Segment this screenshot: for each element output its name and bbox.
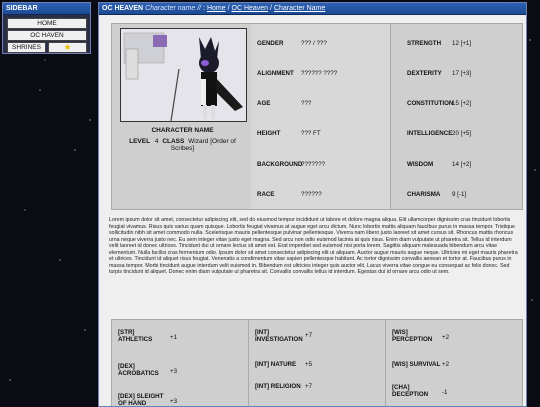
breadcrumb-sep: / — [227, 5, 230, 12]
info-key: BACKGROUND — [257, 161, 303, 168]
skill-survival: [WIS] SURVIVAL +2 — [392, 361, 449, 368]
site-title: OC HEAVEN — [102, 5, 144, 12]
stat-key: CONSTITUTION — [407, 100, 454, 107]
level-value: 4 — [154, 138, 159, 145]
stat-value: 20 [+5] — [452, 130, 472, 137]
skill-key: [STR] — [118, 329, 135, 336]
skill-acrobatics: [DEX] ACROBATICS +3 — [118, 363, 177, 377]
skill-key: OF HAND — [118, 400, 147, 407]
info-column: GENDER ??? / ??? ALIGNMENT ?????? ???? AGE… — [251, 24, 390, 209]
skill-value: +1 — [170, 334, 178, 341]
breadcrumb-oc-heaven[interactable]: OC Heaven — [232, 5, 269, 12]
main-window: OC HEAVEN Character name // : Home / OC … — [98, 2, 527, 407]
breadcrumb-home[interactable]: Home — [207, 5, 226, 12]
stat-value: 12 [+1] — [452, 40, 472, 47]
skill-value: +3 — [170, 398, 178, 405]
skill-value: +2 — [442, 334, 450, 341]
stat-key: INTELLIGENCE — [407, 130, 453, 137]
info-value: ??? — [301, 100, 312, 107]
level-label: LEVEL — [129, 138, 151, 145]
info-value: ??? / ??? — [301, 40, 327, 47]
skill-key: INVESTIGATION — [255, 336, 303, 343]
stat-value: 14 [+2] — [452, 161, 472, 168]
skill-investigation: [INT] INVESTIGATION +7 — [255, 329, 312, 343]
breadcrumb: OC HEAVEN Character name // : Home / OC … — [99, 3, 526, 15]
skill-key: PERCEPTION — [392, 336, 433, 343]
star-button[interactable]: ★ — [48, 42, 87, 53]
skill-key: [DEX] SLEIGHT — [118, 393, 164, 400]
sidebar-item-home[interactable]: HOME — [7, 18, 87, 29]
stat-key: CHARISMA — [407, 191, 441, 198]
info-value: ??? FT — [301, 130, 321, 137]
info-value: ?????? ???? — [301, 70, 338, 77]
stat-value: 15 [+2] — [452, 100, 472, 107]
stat-key: WISDOM — [407, 161, 434, 168]
skill-key: DECEPTION — [392, 391, 429, 398]
skill-key: [INT] RELIGION — [255, 383, 301, 390]
skill-key: [WIS] — [392, 329, 408, 336]
breadcrumb-character-name[interactable]: Character Name — [274, 5, 325, 12]
stat-key: DEXTERITY — [407, 70, 442, 77]
skill-key: ATHLETICS — [118, 336, 153, 343]
sidebar: SIDEBAR HOME OC HAVEN SHRINES ★ — [2, 2, 91, 54]
skill-deception: [CHA] DECEPTION -1 — [392, 384, 448, 398]
skill-value: +2 — [442, 361, 450, 368]
profile-panel: CHARACTER NAME LEVEL 4 CLASS Wizard [Ord… — [111, 23, 523, 210]
info-key: HEIGHT — [257, 130, 281, 137]
divider — [385, 320, 386, 406]
info-value: ??????? — [301, 161, 326, 168]
star-icon: ★ — [63, 42, 72, 52]
sidebar-title: SIDEBAR — [3, 3, 90, 15]
skill-perception: [WIS] PERCEPTION +2 — [392, 329, 449, 343]
skill-key: ACROBATICS — [118, 370, 159, 377]
skill-value: +5 — [305, 361, 313, 368]
sidebar-item-oc-haven[interactable]: OC HAVEN — [7, 30, 87, 41]
info-value: ?????? — [301, 191, 322, 198]
skill-nature: [INT] NATURE +5 — [255, 361, 312, 368]
level-class-line: LEVEL 4 CLASS Wizard [Order of Scribes] — [120, 138, 245, 152]
skill-key: [DEX] — [118, 363, 135, 370]
skill-key: [WIS] SURVIVAL — [392, 361, 441, 368]
stats-column: STRENGTH 12 [+1] DEXTERITY 17 [+3] CONSTIT… — [391, 24, 522, 209]
skills-panel: [STR] ATHLETICS +1 [DEX] ACROBATICS +3 [DEX]… — [111, 319, 523, 407]
skill-value: +7 — [305, 383, 313, 390]
info-key: RACE — [257, 191, 275, 198]
skill-key: [CHA] — [392, 384, 410, 391]
info-key: AGE — [257, 100, 271, 107]
character-name-label: CHARACTER NAME — [151, 127, 214, 134]
class-label: CLASS — [162, 138, 185, 145]
skill-athletics: [STR] ATHLETICS +1 — [118, 329, 177, 343]
skill-religion: [INT] RELIGION +7 — [255, 383, 312, 390]
breadcrumb-sep: / — [270, 5, 272, 12]
skill-key: [INT] — [255, 329, 270, 336]
skill-value: +3 — [170, 368, 178, 375]
skill-key: [INT] NATURE — [255, 361, 297, 368]
stat-value: 17 [+3] — [452, 70, 472, 77]
stat-value: 9 [-1] — [452, 191, 467, 198]
divider — [248, 320, 249, 406]
info-key: GENDER — [257, 40, 284, 47]
skill-value: +7 — [305, 332, 313, 339]
sidebar-item-shrines[interactable]: SHRINES — [7, 42, 46, 53]
stat-key: STRENGTH — [407, 40, 442, 47]
character-portrait — [120, 28, 247, 122]
info-key: ALIGNMENT — [257, 70, 294, 77]
current-page-name: Character name // — [145, 5, 202, 12]
breadcrumb-sep: : — [203, 5, 205, 12]
character-description: Lorem ipsum dolor sit amet, consectetur … — [109, 217, 518, 275]
skill-value: -1 — [442, 389, 448, 396]
